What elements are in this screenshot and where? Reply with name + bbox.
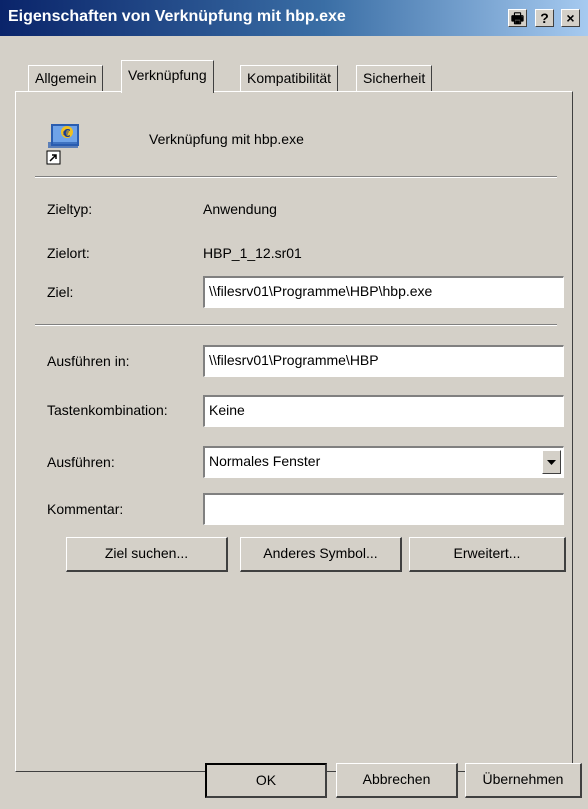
title-bar[interactable]: Eigenschaften von Verknüpfung mit hbp.ex…: [0, 0, 588, 36]
kommentar-input[interactable]: [203, 493, 564, 525]
help-button[interactable]: ?: [535, 9, 554, 27]
zielort-label: Zielort:: [47, 245, 90, 261]
tab-kompatibilitaet[interactable]: Kompatibilität: [240, 65, 339, 92]
zieltyp-value: Anwendung: [203, 201, 277, 217]
ziel-suchen-button[interactable]: Ziel suchen...: [66, 537, 228, 572]
svg-text:€: €: [62, 127, 71, 140]
erweitert-button[interactable]: Erweitert...: [409, 537, 566, 572]
close-button[interactable]: ×: [561, 9, 580, 27]
ausfuehren-select[interactable]: Normales Fenster: [203, 446, 564, 478]
window-title: Eigenschaften von Verknüpfung mit hbp.ex…: [8, 8, 346, 25]
tastenkombination-input[interactable]: Keine: [203, 395, 564, 427]
tastenkombination-label: Tastenkombination:: [47, 402, 168, 418]
anderes-symbol-button[interactable]: Anderes Symbol...: [240, 537, 402, 572]
separator-middle: [35, 324, 557, 326]
shortcut-app-icon: €: [45, 118, 85, 166]
print-icon[interactable]: 🖶: [508, 9, 527, 27]
ziel-label: Ziel:: [47, 284, 74, 300]
tab-sicherheit[interactable]: Sicherheit: [356, 65, 433, 92]
kommentar-label: Kommentar:: [47, 501, 124, 517]
separator-top: [35, 176, 557, 178]
shortcut-name: Verknüpfung mit hbp.exe: [149, 131, 304, 147]
ausfuehren-label: Ausführen:: [47, 454, 115, 470]
abbrechen-button[interactable]: Abbrechen: [336, 763, 458, 798]
ziel-input[interactable]: \\filesrv01\Programme\HBP\hbp.exe: [203, 276, 564, 308]
ausfuehren-select-value: Normales Fenster: [209, 453, 321, 469]
tab-panel: [15, 91, 573, 772]
ausfuehren-in-label: Ausführen in:: [47, 353, 130, 369]
zieltyp-label: Zieltyp:: [47, 201, 93, 217]
ok-button[interactable]: OK: [205, 763, 327, 798]
tab-verknuepfung[interactable]: Verknüpfung: [121, 60, 214, 93]
chevron-down-icon[interactable]: [542, 450, 561, 474]
zielort-value: HBP_1_12.sr01: [203, 245, 302, 261]
ausfuehren-in-input[interactable]: \\filesrv01\Programme\HBP: [203, 345, 564, 377]
tab-allgemein[interactable]: Allgemein: [28, 65, 104, 92]
uebernehmen-button[interactable]: Übernehmen: [465, 763, 582, 798]
